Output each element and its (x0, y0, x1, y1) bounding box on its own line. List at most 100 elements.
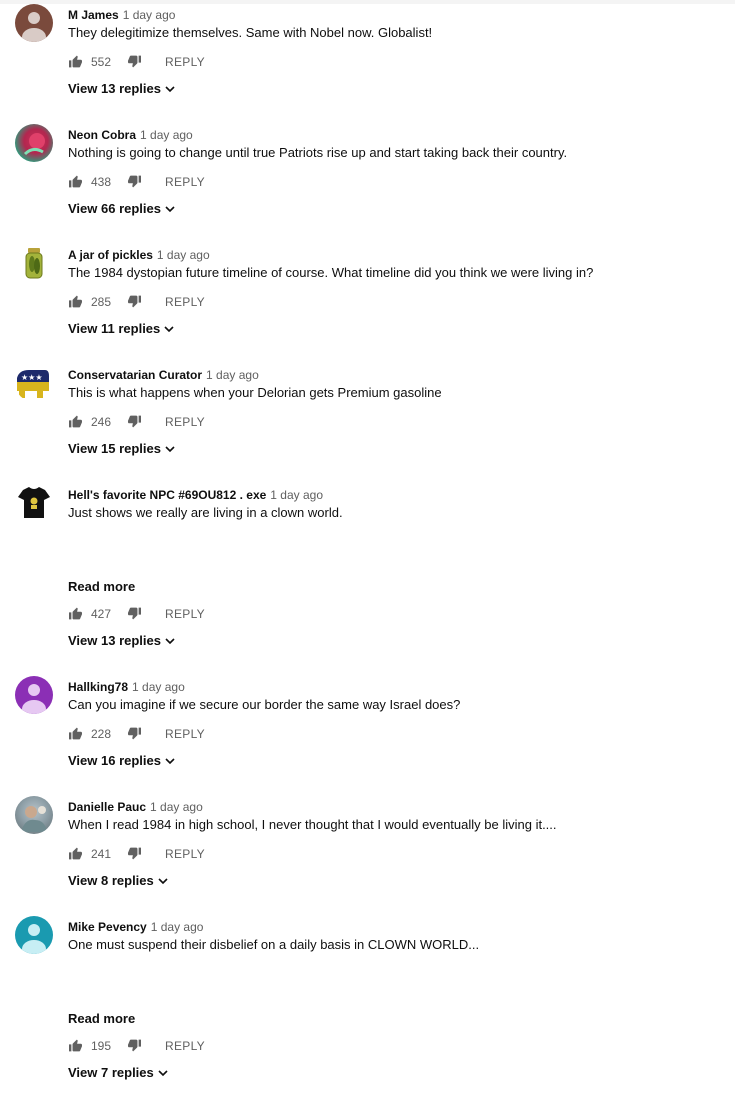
reply-button[interactable]: REPLY (165, 847, 205, 861)
thumbs-up-icon[interactable] (68, 175, 83, 188)
avatar[interactable] (15, 124, 53, 162)
view-replies-label: View 13 replies (68, 633, 161, 648)
thumbs-up-icon[interactable] (68, 295, 83, 308)
view-replies-button[interactable]: View 16 replies (68, 753, 175, 768)
timestamp[interactable]: 1 day ago (123, 8, 176, 22)
avatar[interactable] (15, 916, 53, 954)
avatar[interactable] (15, 796, 53, 834)
thumbs-down-icon[interactable] (127, 415, 142, 428)
comment-text: This is what happens when your Delorian … (68, 385, 442, 400)
comment-header: Neon Cobra 1 day ago (68, 128, 193, 142)
comment-text: Just shows we really are living in a clo… (68, 505, 343, 520)
thumbs-up-icon[interactable] (68, 415, 83, 428)
timestamp[interactable]: 1 day ago (140, 128, 193, 142)
author-name[interactable]: M James (68, 8, 119, 22)
chevron-down-icon (158, 1070, 168, 1077)
chevron-down-icon (158, 878, 168, 885)
read-more-button[interactable]: Read more (68, 1011, 135, 1026)
like-count: 246 (91, 415, 112, 429)
neon-avatar-art (23, 133, 45, 156)
comment-text: When I read 1984 in high school, I never… (68, 817, 557, 832)
chevron-down-icon (165, 758, 175, 765)
view-replies-label: View 15 replies (68, 441, 161, 456)
chevron-down-icon (164, 326, 174, 333)
top-divider (0, 0, 735, 4)
comment-text: Nothing is going to change until true Pa… (68, 145, 568, 160)
thumbs-down-icon[interactable] (127, 1039, 142, 1052)
view-replies-label: View 16 replies (68, 753, 161, 768)
like-count: 427 (91, 607, 112, 621)
svg-text:★★★: ★★★ (21, 373, 43, 382)
reply-button[interactable]: REPLY (165, 607, 205, 621)
pickle-jar-icon (25, 248, 43, 279)
author-name[interactable]: A jar of pickles (68, 248, 153, 262)
comment-header: M James 1 day ago (68, 8, 175, 22)
comment-header: Mike Pevency 1 day ago (68, 920, 203, 934)
thumbs-up-icon[interactable] (68, 847, 83, 860)
view-replies-button[interactable]: View 8 replies (68, 873, 168, 888)
view-replies-label: View 7 replies (68, 1065, 154, 1080)
like-count: 228 (91, 727, 112, 741)
thumbs-down-icon[interactable] (127, 295, 142, 308)
thumbs-up-icon[interactable] (68, 727, 83, 740)
like-count: 195 (91, 1039, 112, 1053)
comment-header: A jar of pickles 1 day ago (68, 248, 210, 262)
timestamp[interactable]: 1 day ago (270, 488, 323, 502)
timestamp[interactable]: 1 day ago (132, 680, 185, 694)
comment-text: Can you imagine if we secure our border … (68, 697, 461, 712)
timestamp[interactable]: 1 day ago (157, 248, 210, 262)
avatar[interactable]: ★★★ (15, 364, 53, 402)
thumbs-up-icon[interactable] (68, 607, 83, 620)
author-name[interactable]: Mike Pevency (68, 920, 147, 934)
reply-button[interactable]: REPLY (165, 727, 205, 741)
comment-header: Hell's favorite NPC #69OU812 . exe 1 day … (68, 488, 323, 502)
thumbs-down-icon[interactable] (127, 847, 142, 860)
author-name[interactable]: Danielle Pauc (68, 800, 146, 814)
avatar[interactable] (15, 4, 53, 42)
avatar[interactable] (15, 244, 53, 282)
author-name[interactable]: Hell's favorite NPC #69OU812 . exe (68, 488, 266, 502)
avatar[interactable] (15, 484, 53, 522)
view-replies-button[interactable]: View 13 replies (68, 633, 175, 648)
chevron-down-icon (165, 638, 175, 645)
view-replies-button[interactable]: View 11 replies (68, 321, 174, 336)
thumbs-down-icon[interactable] (127, 607, 142, 620)
view-replies-label: View 13 replies (68, 81, 161, 96)
comment-text: They delegitimize themselves. Same with … (68, 25, 433, 40)
chevron-down-icon (165, 206, 175, 213)
view-replies-button[interactable]: View 66 replies (68, 201, 175, 216)
comment-header: Hallking78 1 day ago (68, 680, 185, 694)
thumbs-up-icon[interactable] (68, 1039, 83, 1052)
thumbs-down-icon[interactable] (127, 175, 142, 188)
comment-text: The 1984 dystopian future timeline of co… (68, 265, 594, 280)
tshirt-icon (18, 487, 50, 518)
reply-button[interactable]: REPLY (165, 415, 205, 429)
timestamp[interactable]: 1 day ago (206, 368, 259, 382)
reply-button[interactable]: REPLY (165, 175, 205, 189)
timestamp[interactable]: 1 day ago (151, 920, 204, 934)
comment-header: Danielle Pauc 1 day ago (68, 800, 203, 814)
chevron-down-icon (165, 446, 175, 453)
thumbs-down-icon[interactable] (127, 55, 142, 68)
elephant-icon: ★★★ (17, 364, 53, 398)
author-name[interactable]: Conservatarian Curator (68, 368, 202, 382)
read-more-button[interactable]: Read more (68, 579, 135, 594)
reply-button[interactable]: REPLY (165, 295, 205, 309)
timestamp[interactable]: 1 day ago (150, 800, 203, 814)
reply-button[interactable]: REPLY (165, 1039, 205, 1053)
view-replies-label: View 66 replies (68, 201, 161, 216)
author-name[interactable]: Neon Cobra (68, 128, 136, 142)
avatar[interactable] (15, 676, 53, 714)
view-replies-button[interactable]: View 7 replies (68, 1065, 168, 1080)
like-count: 438 (91, 175, 112, 189)
view-replies-label: View 8 replies (68, 873, 154, 888)
reply-button[interactable]: REPLY (165, 55, 205, 69)
view-replies-button[interactable]: View 13 replies (68, 81, 175, 96)
like-count: 552 (91, 55, 112, 69)
view-replies-button[interactable]: View 15 replies (68, 441, 175, 456)
thumbs-up-icon[interactable] (68, 55, 83, 68)
view-replies-label: View 11 replies (68, 321, 161, 336)
comment-header: Conservatarian Curator 1 day ago (68, 368, 259, 382)
thumbs-down-icon[interactable] (127, 727, 142, 740)
author-name[interactable]: Hallking78 (68, 680, 128, 694)
